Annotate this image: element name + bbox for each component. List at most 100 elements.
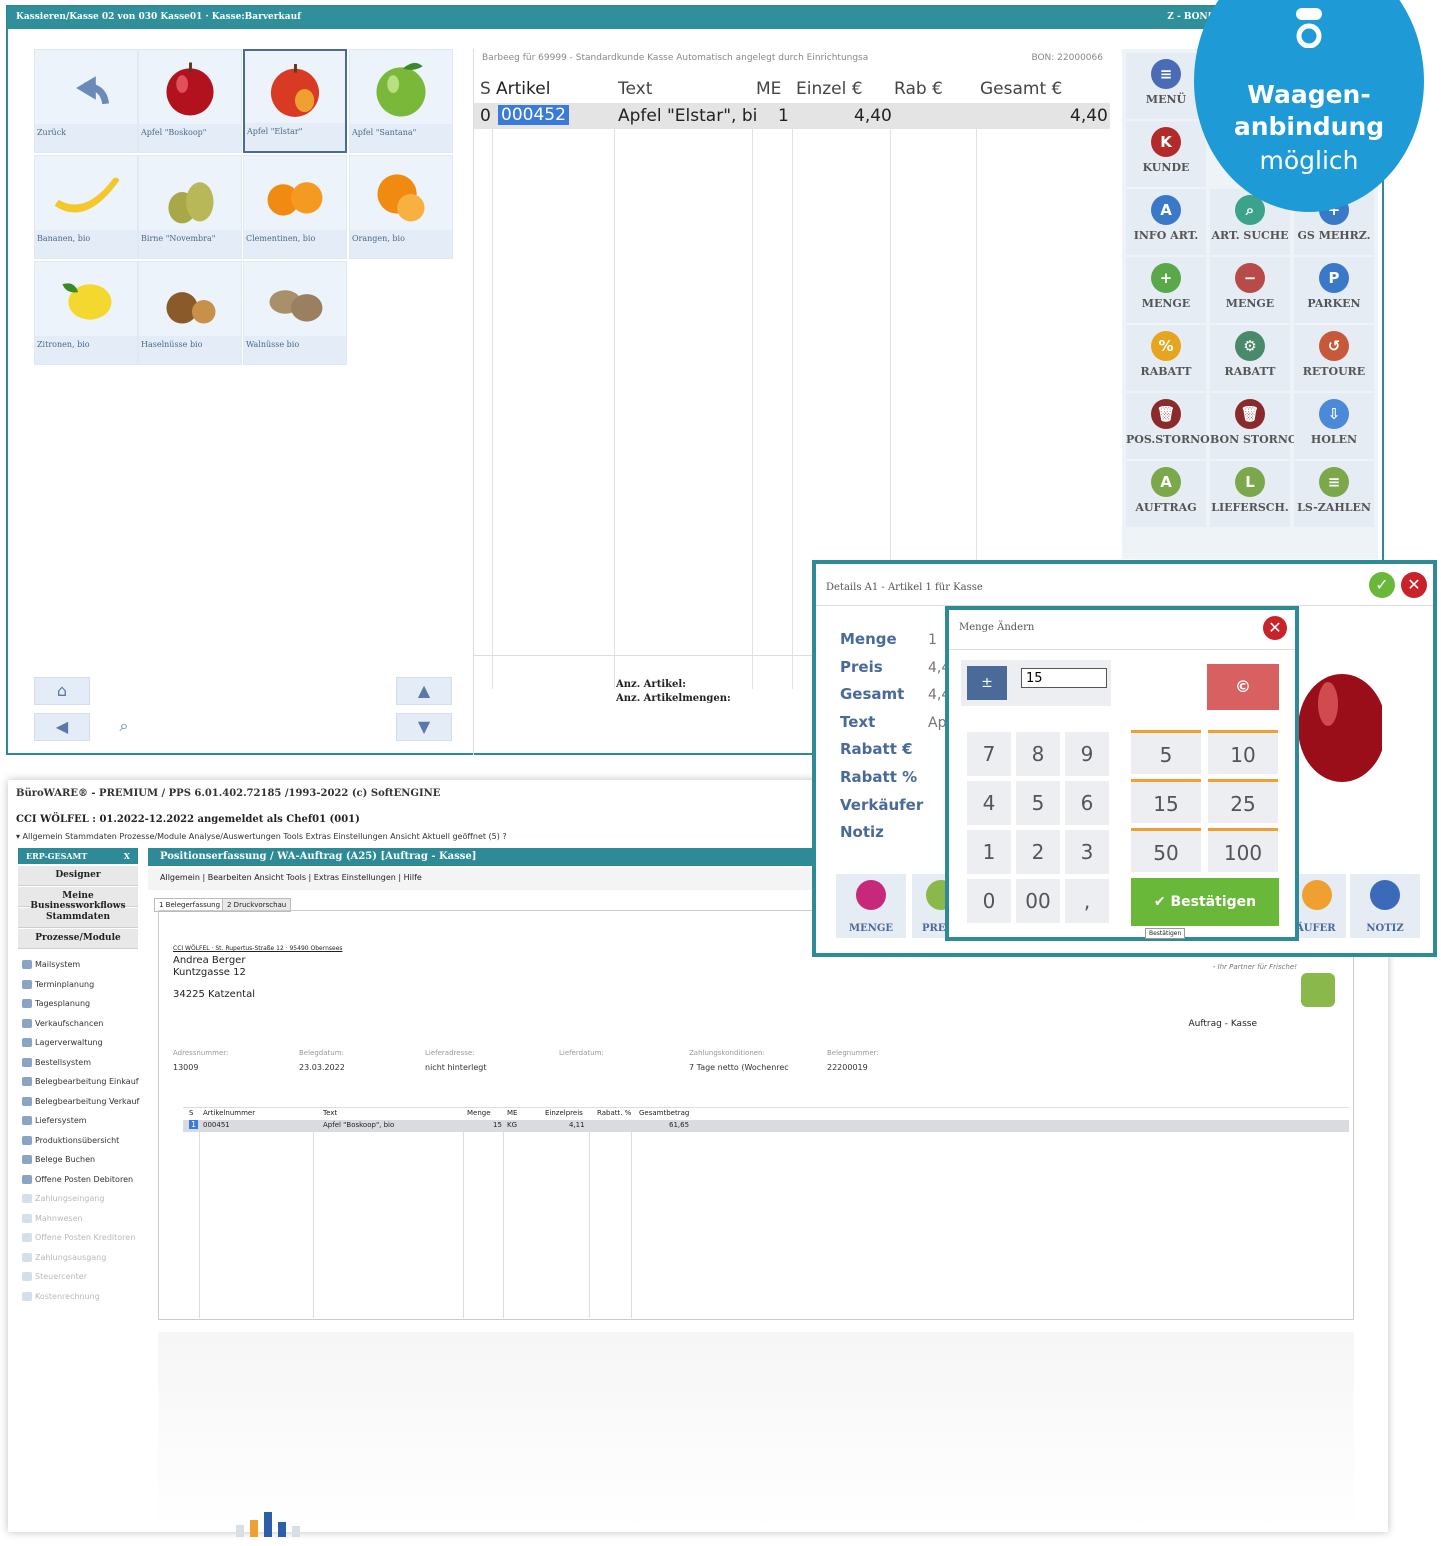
tile-orangen[interactable]: Orangen, bio bbox=[349, 155, 453, 259]
function-button[interactable]: L LIEFERSCH. bbox=[1210, 461, 1290, 527]
sidebar-item[interactable]: Offene Posten Debitoren bbox=[22, 1174, 133, 1184]
keypad-key[interactable]: 00 bbox=[1016, 879, 1060, 923]
preset-key[interactable]: 5 bbox=[1131, 730, 1201, 774]
keypad-key[interactable]: 3 bbox=[1065, 830, 1109, 874]
field-value[interactable]: 23.03.2022 bbox=[299, 1063, 345, 1072]
clear-button[interactable]: © bbox=[1207, 664, 1279, 710]
keypad-key[interactable]: 6 bbox=[1065, 781, 1109, 825]
sidebar-item[interactable]: Kostenrechnung bbox=[22, 1291, 100, 1301]
home-button[interactable]: ⌂ bbox=[34, 677, 90, 705]
sidebar-stammdaten[interactable]: Stammdaten bbox=[18, 908, 138, 928]
tile-clementinen[interactable]: Clementinen, bio bbox=[243, 155, 347, 259]
close-icon[interactable]: ✕ bbox=[1401, 572, 1427, 598]
search-button[interactable]: ⌕ bbox=[96, 713, 152, 741]
function-icon: ≡ bbox=[1151, 59, 1181, 89]
scroll-up-button[interactable]: ▲ bbox=[396, 677, 452, 705]
field-value[interactable]: 7 Tage netto (Wochenrec bbox=[689, 1063, 789, 1072]
preset-key[interactable]: 100 bbox=[1208, 828, 1278, 872]
tile-zitronen[interactable]: Zitronen, bio bbox=[34, 261, 138, 365]
tile-apfel-elstar[interactable]: Apfel "Elstar" bbox=[243, 49, 347, 153]
sidebar-item[interactable]: Belegbearbeitung Verkauf bbox=[22, 1096, 139, 1106]
preset-key[interactable]: 25 bbox=[1208, 779, 1278, 823]
function-button[interactable]: − MENGE bbox=[1210, 257, 1290, 323]
plus-minus-icon[interactable]: ± bbox=[967, 666, 1007, 700]
verkaeufer-button[interactable]: ÄUFER bbox=[1296, 874, 1346, 938]
function-button[interactable]: A AUFTRAG bbox=[1126, 461, 1206, 527]
tile-haselnuesse[interactable]: Haselnüsse bio bbox=[138, 261, 242, 365]
function-icon: 🗑 bbox=[1235, 399, 1265, 429]
preset-key[interactable]: 10 bbox=[1208, 730, 1278, 774]
sidebar-item[interactable]: Tagesplanung bbox=[22, 999, 90, 1008]
function-button[interactable]: + MENGE bbox=[1126, 257, 1206, 323]
field-value[interactable]: 22200019 bbox=[827, 1063, 868, 1072]
sidebar-prozesse[interactable]: Prozesse/Module bbox=[18, 929, 138, 949]
keypad-key[interactable]: 7 bbox=[967, 732, 1011, 776]
sidebar-item[interactable]: Bestellsystem bbox=[22, 1057, 91, 1067]
function-icon: % bbox=[1151, 331, 1181, 361]
close-icon[interactable]: X bbox=[124, 851, 130, 861]
module-icon bbox=[22, 1096, 32, 1106]
keypad-key[interactable]: 4 bbox=[967, 781, 1011, 825]
table-row[interactable]: 1 000451 Apfel "Boskoop", bio 15 KG 4,11… bbox=[183, 1120, 1349, 1132]
module-icon bbox=[22, 1057, 32, 1067]
sidebar-workflows[interactable]: Meine Businessworkflows bbox=[18, 887, 138, 911]
sidebar-item[interactable]: Belegbearbeitung Einkauf bbox=[22, 1077, 139, 1086]
tile-bananen[interactable]: Bananen, bio bbox=[34, 155, 138, 259]
receipt-row[interactable]: 0 000452 Apfel "Elstar", bi 1 4,40 4,40 bbox=[474, 103, 1110, 129]
tile-back[interactable]: Zurück bbox=[34, 49, 138, 153]
function-button[interactable]: % RABATT bbox=[1126, 325, 1206, 391]
tile-walnuesse[interactable]: Walnüsse bio bbox=[243, 261, 347, 365]
sidebar-item[interactable]: Mahnwesen bbox=[22, 1213, 83, 1223]
sidebar-item[interactable]: Belege Buchen bbox=[22, 1155, 95, 1164]
sidebar-item[interactable]: Liefersystem bbox=[22, 1116, 87, 1125]
confirm-tooltip: Bestätigen bbox=[1145, 928, 1186, 939]
field-value[interactable]: 13009 bbox=[173, 1063, 198, 1072]
field-value[interactable]: nicht hinterlegt bbox=[425, 1063, 487, 1072]
back-button[interactable]: ◀ bbox=[34, 713, 90, 741]
sidebar-item[interactable]: Zahlungsausgang bbox=[22, 1252, 106, 1262]
sidebar-item-label: Belegbearbeitung Einkauf bbox=[35, 1077, 139, 1086]
sidebar-header-label: ERP-GESAMT bbox=[26, 851, 88, 861]
scroll-down-button[interactable]: ▼ bbox=[396, 713, 452, 741]
keypad-key[interactable]: 1 bbox=[967, 830, 1011, 874]
sidebar-item[interactable]: Mailsystem bbox=[22, 960, 80, 969]
sidebar-designer[interactable]: Designer bbox=[18, 866, 138, 886]
function-icon: 🗑 bbox=[1151, 399, 1181, 429]
keypad-key[interactable]: , bbox=[1065, 879, 1109, 923]
keypad-key[interactable]: 8 bbox=[1016, 732, 1060, 776]
sidebar-item[interactable]: Steuercenter bbox=[22, 1272, 87, 1281]
sidebar-item[interactable]: Lagerverwaltung bbox=[22, 1038, 103, 1047]
keypad-key[interactable]: 5 bbox=[1016, 781, 1060, 825]
function-button[interactable]: 🗑 BON STORNO bbox=[1210, 393, 1297, 459]
function-button[interactable]: ⚙ RABATT bbox=[1210, 325, 1290, 391]
function-button[interactable]: ≡ LS-ZAHLEN bbox=[1294, 461, 1374, 527]
function-button[interactable]: 🗑 POS.STORNO bbox=[1126, 393, 1210, 459]
preset-key[interactable]: 50 bbox=[1131, 828, 1201, 872]
tile-apfel-boskoop[interactable]: Apfel "Boskoop" bbox=[138, 49, 242, 153]
function-button[interactable]: P PARKEN bbox=[1294, 257, 1374, 323]
quantity-input[interactable] bbox=[1021, 668, 1107, 688]
check-icon[interactable]: ✓ bbox=[1369, 572, 1395, 598]
close-icon[interactable]: ✕ bbox=[1263, 616, 1287, 640]
keypad-key[interactable]: 0 bbox=[967, 879, 1011, 923]
keypad-key[interactable]: 2 bbox=[1016, 830, 1060, 874]
function-button[interactable]: A INFO ART. bbox=[1126, 189, 1206, 255]
sidebar-item[interactable]: Zahlungseingang bbox=[22, 1194, 104, 1203]
tile-label: Clementinen, bio bbox=[244, 230, 346, 258]
lemon-icon bbox=[62, 283, 112, 320]
tile-birne[interactable]: Birne "Novembra" bbox=[138, 155, 242, 259]
confirm-button[interactable]: ✔ Bestätigen bbox=[1131, 878, 1279, 926]
keypad-key[interactable]: 9 bbox=[1065, 732, 1109, 776]
function-button[interactable]: ↺ RETOURE bbox=[1294, 325, 1374, 391]
function-icon: A bbox=[1151, 467, 1181, 497]
preset-key[interactable]: 15 bbox=[1131, 779, 1201, 823]
tile-apfel-santana[interactable]: Apfel "Santana" bbox=[349, 49, 453, 153]
menge-button[interactable]: MENGE bbox=[836, 874, 906, 938]
sidebar-item[interactable]: Produktionsübersicht bbox=[22, 1135, 119, 1145]
sidebar-item[interactable]: Verkaufschancen bbox=[22, 1018, 103, 1028]
function-button[interactable]: ⇩ HOLEN bbox=[1294, 393, 1374, 459]
sidebar-item[interactable]: Terminplanung bbox=[22, 979, 94, 989]
erp-menu-bar[interactable]: ▾ Allgemein Stammdaten Prozesse/Module A… bbox=[8, 828, 515, 845]
sidebar-item[interactable]: Offene Posten Kreditoren bbox=[22, 1233, 135, 1242]
notiz-button[interactable]: NOTIZ bbox=[1350, 874, 1420, 938]
